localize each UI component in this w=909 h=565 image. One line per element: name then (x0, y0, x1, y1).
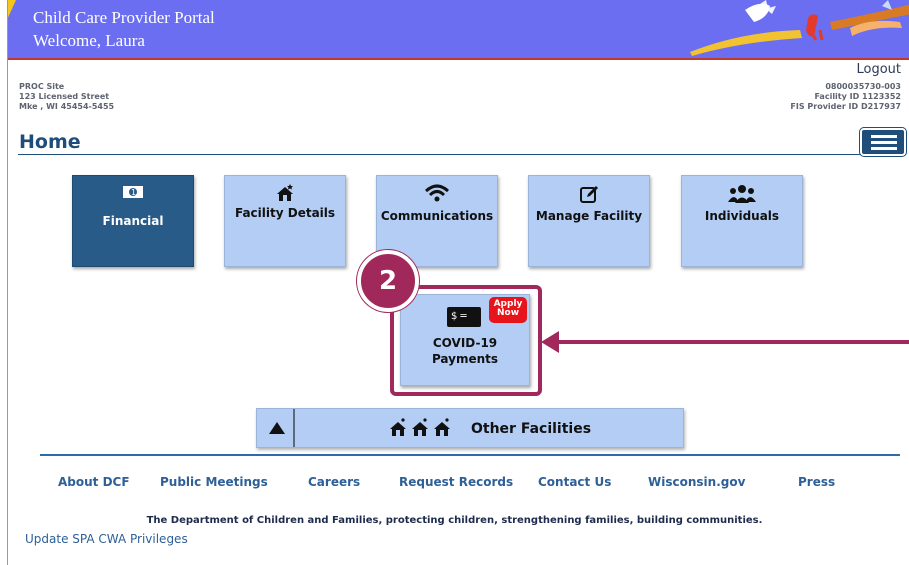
edit-icon (529, 184, 649, 208)
fis-provider-id: FIS Provider ID D217937 (790, 102, 901, 111)
site-name: PROC Site (19, 82, 65, 91)
menu-bar-icon (871, 135, 897, 138)
people-icon (682, 184, 802, 208)
header-banner: Child Care Provider Portal Welcome, Laur… (8, 0, 909, 60)
step-number-badge: 2 (357, 250, 419, 312)
portal-title: Child Care Provider Portal (33, 8, 215, 27)
site-street: 123 Licensed Street (19, 92, 110, 101)
title-divider (18, 154, 860, 155)
hamburger-menu-button[interactable] (859, 127, 907, 157)
account-number: 0800035730-003 (825, 82, 901, 91)
page-title: Home (19, 131, 81, 153)
site-address: PROC Site 123 Licensed Street Mke , WI 4… (19, 82, 114, 112)
update-privileges-link[interactable]: Update SPA CWA Privileges (25, 532, 188, 546)
footer-link-press[interactable]: Press (798, 475, 835, 489)
annotation-highlight (390, 285, 542, 396)
footer-tagline: The Department of Children and Families,… (146, 515, 763, 526)
footer-link-request-records[interactable]: Request Records (399, 475, 513, 489)
footer-link-about[interactable]: About DCF (58, 475, 130, 489)
tile-manage-facility[interactable]: Manage Facility (528, 175, 650, 267)
other-facilities-label: Other Facilities (471, 421, 592, 437)
tile-financial[interactable]: 1 Financial (72, 175, 194, 267)
tile-label: Financial (102, 214, 164, 228)
annotation-arrow-line (556, 340, 909, 344)
tile-label: Individuals (704, 209, 780, 223)
provider-ids: 0800035730-003 Facility ID 1123352 FIS P… (790, 82, 901, 112)
tile-label: Communications (380, 209, 494, 223)
houses-icon (389, 418, 455, 442)
money-icon: 1 (73, 184, 193, 204)
other-facilities-bar[interactable]: Other Facilities (256, 408, 684, 448)
tile-label: Facility Details (234, 206, 336, 220)
footer-link-careers[interactable]: Careers (308, 475, 360, 489)
facility-id: Facility ID 1123352 (814, 92, 901, 101)
logout-link[interactable]: Logout (856, 62, 901, 77)
menu-bar-icon (871, 141, 897, 144)
tile-facility-details[interactable]: Facility Details (224, 175, 346, 267)
site-city: Mke , WI 45454-5455 (19, 102, 115, 111)
footer-link-public-meetings[interactable]: Public Meetings (160, 475, 268, 489)
portal-frame: Child Care Provider Portal Welcome, Laur… (7, 0, 909, 565)
menu-bar-icon (871, 147, 897, 150)
tile-label: Manage Facility (535, 209, 643, 223)
welcome-text: Welcome, Laura (33, 31, 145, 50)
triangle-up-icon (269, 422, 285, 434)
footer-link-wisconsin[interactable]: Wisconsin.gov (648, 475, 745, 489)
footer-link-contact[interactable]: Contact Us (538, 475, 611, 489)
banner-decoration-icon (690, 0, 909, 56)
tile-individuals[interactable]: Individuals (681, 175, 803, 267)
expand-toggle-button[interactable] (257, 409, 295, 447)
house-icon (225, 184, 345, 206)
brand-flag-icon (8, 0, 16, 22)
footer-divider (40, 454, 900, 456)
svg-text:1: 1 (131, 188, 136, 197)
wifi-icon (377, 184, 497, 206)
